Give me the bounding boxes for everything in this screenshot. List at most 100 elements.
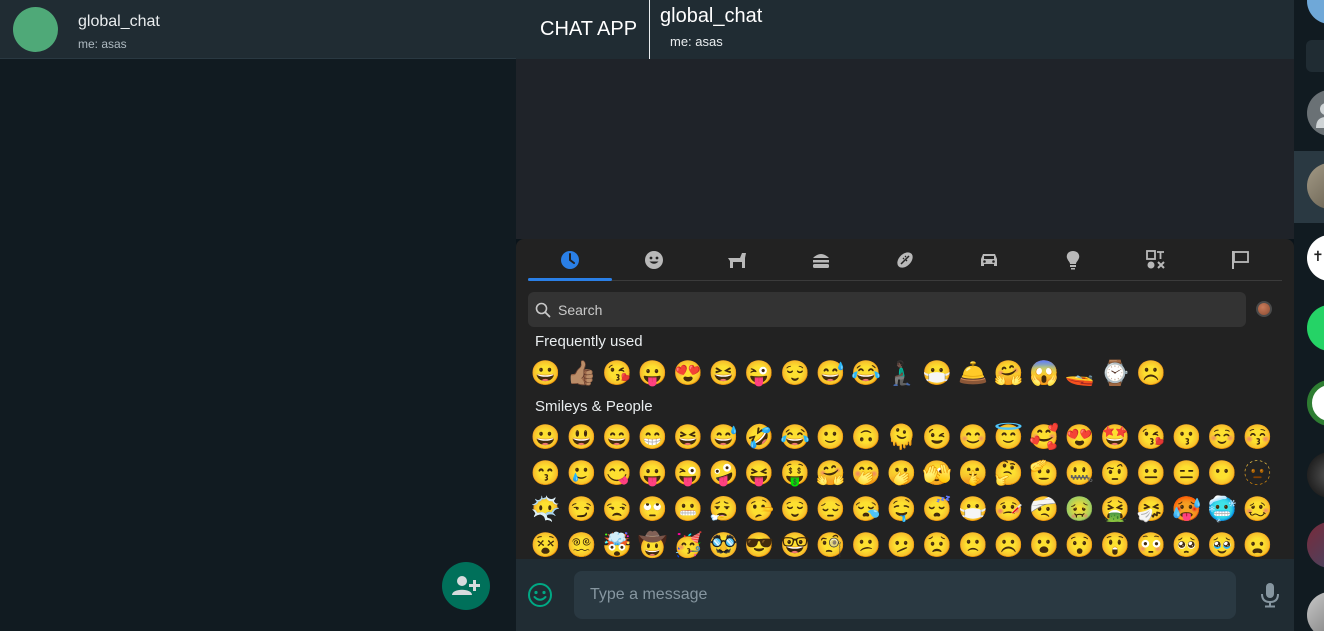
emoji-button[interactable]: 🤔 [991, 456, 1027, 492]
emoji-button[interactable]: 😗 [1169, 420, 1205, 456]
emoji-button[interactable]: 🥶 [1204, 492, 1240, 528]
emoji-button[interactable]: ☺️ [1204, 420, 1240, 456]
emoji-button[interactable]: 😀 [528, 420, 564, 456]
emoji-button[interactable]: 😜 [742, 356, 778, 392]
emoji-button[interactable]: 😵‍💫 [564, 528, 600, 559]
tab-smileys[interactable] [612, 239, 696, 280]
emoji-button[interactable]: 🫣 [920, 456, 956, 492]
emoji-button[interactable]: 😜 [670, 456, 706, 492]
add-contact-button[interactable] [442, 562, 490, 610]
tab-flags[interactable] [1198, 239, 1282, 280]
emoji-button[interactable]: 🫥 [1240, 456, 1276, 492]
tab-activity[interactable] [863, 239, 947, 280]
emoji-search[interactable] [528, 292, 1246, 327]
emoji-button[interactable]: 😁 [635, 420, 671, 456]
tab-travel[interactable] [947, 239, 1031, 280]
emoji-button[interactable]: 😏 [564, 492, 600, 528]
emoji-button[interactable]: 😷 [955, 492, 991, 528]
emoji-button[interactable]: ☹️ [991, 528, 1027, 559]
emoji-button[interactable]: 😯 [1062, 528, 1098, 559]
emoji-button[interactable]: 😃 [564, 420, 600, 456]
rail-contact-default[interactable] [1294, 90, 1324, 138]
rail-contact-6[interactable] [1294, 522, 1324, 570]
emoji-button[interactable]: 🥲 [564, 456, 600, 492]
emoji-button[interactable]: 😆 [706, 356, 742, 392]
emoji-button[interactable]: 😂 [777, 420, 813, 456]
emoji-button[interactable]: 😇 [991, 420, 1027, 456]
emoji-button[interactable]: 🤮 [1098, 492, 1134, 528]
emoji-button[interactable]: 🤨 [1098, 456, 1134, 492]
emoji-button[interactable]: 😆 [670, 420, 706, 456]
emoji-button[interactable]: 🥹 [1204, 528, 1240, 559]
emoji-button[interactable]: 😦 [1240, 528, 1276, 559]
emoji-button[interactable]: 😚 [1240, 420, 1276, 456]
emoji-button[interactable]: 😪 [848, 492, 884, 528]
emoji-button[interactable]: 😛 [635, 356, 671, 392]
emoji-button[interactable]: 🤣 [742, 420, 778, 456]
tab-food[interactable] [779, 239, 863, 280]
rail-contact-4[interactable] [1294, 380, 1324, 428]
emoji-button[interactable]: 🤧 [1133, 492, 1169, 528]
emoji-button[interactable]: 😝 [742, 456, 778, 492]
emoji-button[interactable]: 🥺 [1169, 528, 1205, 559]
rail-contact-2[interactable]: ✝ [1294, 235, 1324, 283]
emoji-button[interactable]: 😌 [777, 492, 813, 528]
emoji-button[interactable]: 🤗 [991, 356, 1027, 392]
emoji-button[interactable]: 👍🏽 [564, 356, 600, 392]
emoji-button[interactable]: 🧐 [813, 528, 849, 559]
tab-symbols[interactable] [1114, 239, 1198, 280]
emoji-button[interactable]: 😳 [1133, 528, 1169, 559]
emoji-button[interactable]: 😍 [1062, 420, 1098, 456]
emoji-button[interactable]: 🫠 [884, 420, 920, 456]
emoji-button[interactable]: 🙂 [813, 420, 849, 456]
skin-tone-selector[interactable] [1256, 301, 1272, 317]
tab-animals[interactable] [696, 239, 780, 280]
emoji-button[interactable]: 🫢 [884, 456, 920, 492]
emoji-button[interactable]: 🛎️ [955, 356, 991, 392]
emoji-button[interactable]: 😎 [742, 528, 778, 559]
emoji-button[interactable]: 😵 [528, 528, 564, 559]
emoji-button[interactable]: 😮‍💨 [706, 492, 742, 528]
emoji-button[interactable]: 🤑 [777, 456, 813, 492]
emoji-button[interactable]: 😀 [528, 356, 564, 392]
tab-recent[interactable] [528, 239, 612, 281]
emoji-button[interactable]: 🤢 [1062, 492, 1098, 528]
emoji-button[interactable]: 🤤 [884, 492, 920, 528]
emoji-button[interactable]: 🤯 [599, 528, 635, 559]
emoji-button[interactable]: 😱 [1026, 356, 1062, 392]
rail-contact-7[interactable] [1294, 592, 1324, 631]
emoji-button[interactable]: 🙃 [848, 420, 884, 456]
message-input[interactable] [574, 571, 1236, 619]
emoji-button[interactable]: 🤫 [955, 456, 991, 492]
emoji-button[interactable]: 😅 [813, 356, 849, 392]
voice-record-button[interactable] [1256, 581, 1284, 609]
emoji-search-input[interactable] [558, 301, 1218, 318]
emoji-button[interactable]: 🤪 [706, 456, 742, 492]
emoji-button[interactable]: 🤭 [848, 456, 884, 492]
emoji-button[interactable]: 🙄 [635, 492, 671, 528]
emoji-button[interactable]: 😶 [1204, 456, 1240, 492]
emoji-button[interactable]: 😴 [920, 492, 956, 528]
rail-top-avatar[interactable] [1294, 0, 1324, 30]
emoji-button[interactable]: ⌚ [1098, 356, 1134, 392]
emoji-button[interactable]: 🤓 [777, 528, 813, 559]
emoji-button[interactable]: 🤐 [1062, 456, 1098, 492]
emoji-button[interactable]: 🤒 [991, 492, 1027, 528]
emoji-button[interactable]: 😊 [955, 420, 991, 456]
emoji-button[interactable]: 😛 [635, 456, 671, 492]
emoji-button[interactable]: 🫡 [1026, 456, 1062, 492]
emoji-button[interactable]: 🚤 [1062, 356, 1098, 392]
emoji-button[interactable]: 🙁 [955, 528, 991, 559]
tab-objects[interactable] [1031, 239, 1115, 280]
emoji-button[interactable]: 😘 [599, 356, 635, 392]
rail-search-box[interactable] [1294, 40, 1324, 72]
emoji-button[interactable]: 😋 [599, 456, 635, 492]
emoji-toggle-button[interactable] [526, 581, 554, 609]
emoji-button[interactable]: 😄 [599, 420, 635, 456]
emoji-button[interactable]: 😟 [920, 528, 956, 559]
emoji-button[interactable]: 😙 [528, 456, 564, 492]
emoji-button[interactable]: 🫤 [884, 528, 920, 559]
emoji-button[interactable]: ☹️ [1133, 356, 1169, 392]
emoji-button[interactable]: 😕 [848, 528, 884, 559]
emoji-button[interactable]: 🤥 [742, 492, 778, 528]
